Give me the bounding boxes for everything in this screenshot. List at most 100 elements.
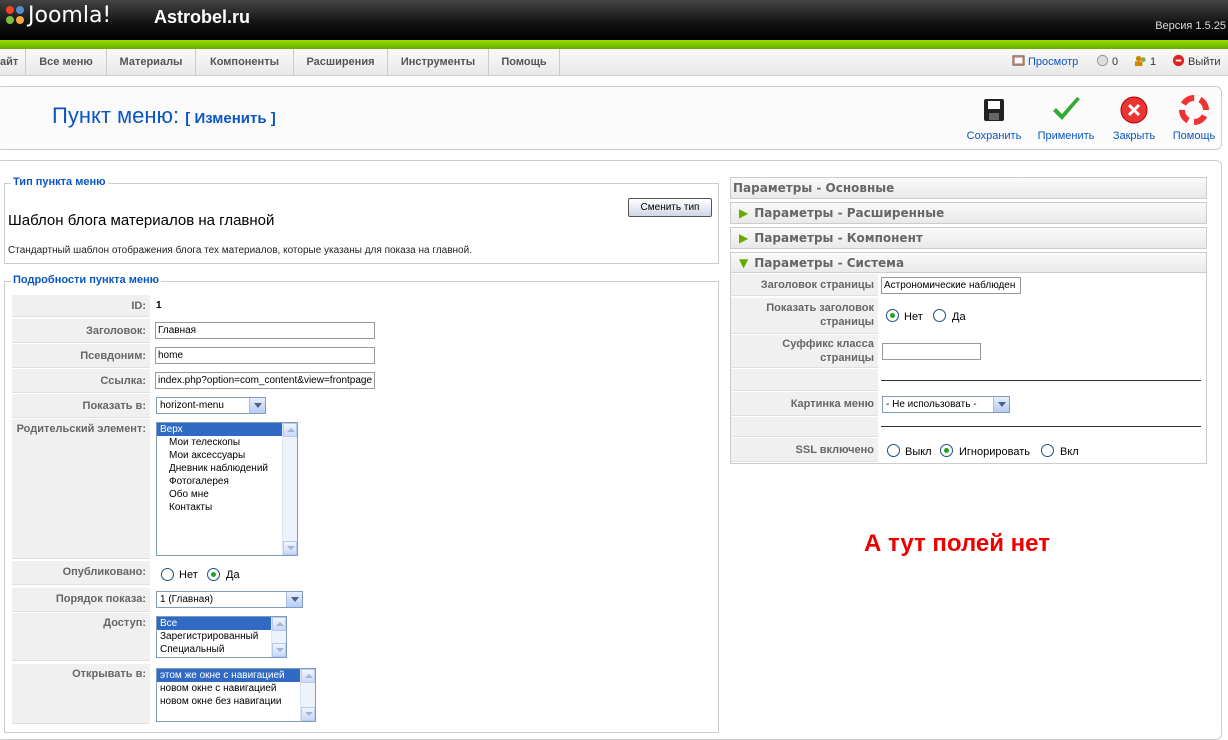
published-yes-label: Да: [226, 569, 240, 581]
triangle-right-icon: ▶: [739, 231, 749, 245]
list-item[interactable]: новом окне без навигации: [157, 695, 315, 708]
menu-item-components[interactable]: Компоненты: [196, 49, 294, 75]
ssl-on-label: Вкл: [1060, 446, 1079, 458]
alias-label: Псевдоним:: [12, 344, 150, 368]
access-list[interactable]: Все Зарегистрированный Специальный: [156, 616, 287, 658]
title-label: Заголовок:: [12, 319, 150, 343]
menu-item-extensions[interactable]: Расширения: [294, 49, 388, 75]
alias-input[interactable]: home: [155, 347, 375, 364]
close-button[interactable]: Закрыть: [1102, 94, 1166, 142]
title-input[interactable]: Главная: [155, 322, 375, 339]
help-button[interactable]: Помощь: [1162, 94, 1226, 142]
link-input[interactable]: index.php?option=com_content&view=frontp…: [155, 372, 375, 389]
params-system-panel[interactable]: ▼ Параметры - Система: [730, 252, 1207, 274]
site-name: Astrobel.ru: [154, 7, 251, 27]
params-component-panel[interactable]: ▶ Параметры - Компонент: [730, 227, 1207, 249]
target-label: Открывать в:: [12, 664, 150, 724]
order-select[interactable]: 1 (Главная): [156, 591, 303, 608]
scroll-down-icon[interactable]: [272, 643, 286, 657]
suffix-input[interactable]: [882, 343, 981, 360]
divider: [881, 426, 1201, 427]
target-list[interactable]: этом же окне с навигацией новом окне с н…: [156, 668, 316, 722]
menu-item-tools[interactable]: Инструменты: [388, 49, 489, 75]
params-advanced-panel[interactable]: ▶ Параметры - Расширенные: [730, 202, 1207, 224]
show-title-yes-radio[interactable]: [933, 309, 946, 322]
show-title-no-label: Нет: [904, 311, 923, 323]
id-label: ID:: [12, 295, 150, 317]
save-button[interactable]: Сохранить: [962, 94, 1026, 142]
scroll-down-icon[interactable]: [283, 541, 297, 555]
ssl-ignore-radio[interactable]: [940, 444, 953, 457]
list-item[interactable]: Фотогалерея: [157, 475, 297, 488]
list-item[interactable]: Дневник наблюдений: [157, 462, 297, 475]
page-title: Пункт меню: [ Изменить ]: [52, 103, 276, 128]
list-item[interactable]: Зарегистрированный: [157, 630, 286, 643]
list-item[interactable]: Обо мне: [157, 488, 297, 501]
online-users-count[interactable]: 1: [1134, 49, 1156, 75]
list-item[interactable]: Контакты: [157, 501, 297, 514]
list-item[interactable]: Все: [157, 617, 286, 630]
list-item[interactable]: Верх: [157, 423, 297, 436]
menu-item-all-menus[interactable]: Все меню: [26, 49, 107, 75]
list-item[interactable]: этом же окне с навигацией: [157, 669, 315, 682]
ssl-label: SSL включено: [731, 438, 878, 462]
chevron-down-icon[interactable]: [993, 397, 1009, 412]
list-item[interactable]: Мои аксессуары: [157, 449, 297, 462]
close-icon: [1120, 96, 1148, 124]
ssl-off-label: Выкл: [905, 446, 932, 458]
parent-label: Родительский элемент:: [12, 419, 150, 559]
menu-item-materials[interactable]: Материалы: [107, 49, 196, 75]
access-label: Доступ:: [12, 613, 150, 661]
change-type-button[interactable]: Сменить тип: [628, 198, 712, 217]
messages-count[interactable]: 0: [1096, 49, 1118, 75]
params-basic-panel[interactable]: Параметры - Основные: [730, 177, 1207, 199]
logout-link[interactable]: Выйти: [1172, 49, 1221, 75]
list-item[interactable]: новом окне с навигацией: [157, 682, 315, 695]
image-select[interactable]: - Не использовать -: [882, 396, 1010, 413]
target-list-scrollbar[interactable]: [300, 669, 315, 721]
messages-icon: [1096, 54, 1109, 67]
joomla-logo: Joomla!: [4, 3, 111, 28]
show-title-no-radio[interactable]: [886, 309, 899, 322]
published-yes-radio[interactable]: [207, 568, 220, 581]
list-item[interactable]: Специальный: [157, 643, 286, 656]
page-title-label: Заголовок страницы: [731, 274, 878, 296]
joomla-logo-icon: [6, 6, 24, 24]
chevron-down-icon[interactable]: [249, 398, 265, 413]
menu-item-help[interactable]: Помощь: [489, 49, 560, 75]
save-icon: [984, 99, 1004, 121]
preview-link[interactable]: Просмотр: [1012, 49, 1078, 75]
menu-item-site[interactable]: айт: [0, 49, 26, 75]
menu-type-description: Стандартный шаблон отображения блога тех…: [8, 245, 472, 256]
published-no-radio[interactable]: [161, 568, 174, 581]
published-label: Опубликовано:: [12, 561, 150, 585]
annotation-note: А тут полей нет: [864, 530, 1050, 557]
scroll-up-icon[interactable]: [301, 669, 315, 683]
menu-type-title: Шаблон блога материалов на главной: [8, 212, 275, 229]
chevron-down-icon[interactable]: [286, 592, 302, 607]
order-label: Порядок показа:: [12, 588, 150, 612]
display-in-select[interactable]: horizont-menu: [156, 397, 266, 414]
empty-label-2: [731, 417, 878, 437]
scroll-up-icon[interactable]: [272, 617, 286, 631]
header-accent-bar: [0, 40, 1228, 49]
suffix-label: Суффикс класса страницы: [731, 335, 878, 368]
display-in-label: Показать в:: [12, 394, 150, 418]
page-title-input[interactable]: Астрономические наблюден: [881, 277, 1021, 294]
details-legend: Подробности пункта меню: [11, 274, 162, 286]
list-item[interactable]: Мои телескопы: [157, 436, 297, 449]
access-list-scrollbar[interactable]: [271, 617, 286, 657]
image-label: Картинка меню: [731, 392, 878, 416]
triangle-down-icon: ▼: [739, 256, 749, 270]
empty-label-1: [731, 369, 878, 391]
published-no-label: Нет: [179, 569, 198, 581]
parent-list[interactable]: Верх Мои телескопы Мои аксессуары Дневни…: [156, 422, 298, 556]
apply-button[interactable]: Применить: [1034, 94, 1098, 142]
ssl-off-radio[interactable]: [887, 444, 900, 457]
ssl-ignore-label: Игнорировать: [959, 446, 1030, 458]
ssl-on-radio[interactable]: [1041, 444, 1054, 457]
scroll-up-icon[interactable]: [283, 423, 297, 437]
version-label: Версия 1.5.25: [1155, 20, 1226, 32]
scroll-down-icon[interactable]: [301, 707, 315, 721]
parent-list-scrollbar[interactable]: [282, 423, 297, 555]
